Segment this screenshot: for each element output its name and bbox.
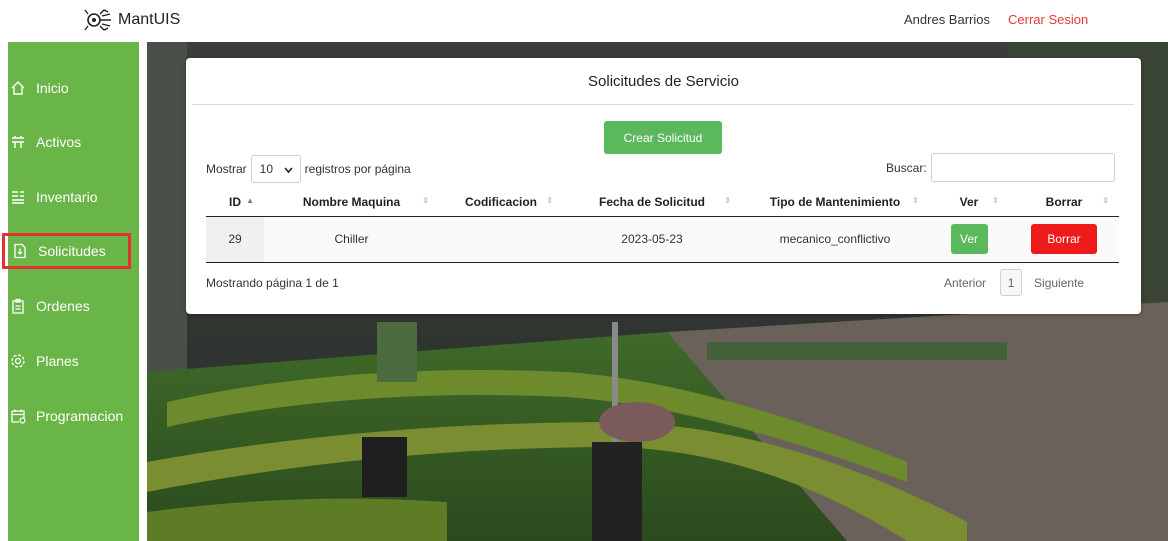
sort-icon: ⇕	[1102, 196, 1109, 205]
search-input[interactable]	[930, 153, 1115, 182]
cell-nombre: Chiller	[264, 216, 439, 263]
prev-page-button[interactable]: Anterior	[944, 276, 986, 290]
gear-icon	[11, 354, 25, 368]
sort-icon: ⇕	[992, 196, 999, 205]
view-button[interactable]: Ver	[950, 224, 988, 254]
user-name: Andres Barrios	[904, 12, 990, 27]
table-row: 29 Chiller 2023-05-23 mecanico_conflicti…	[206, 216, 1119, 263]
sort-icon: ⇕	[546, 196, 553, 205]
sidebar-item-label: Ordenes	[36, 298, 90, 314]
table-info: Mostrando página 1 de 1	[206, 276, 339, 290]
delete-button[interactable]: Borrar	[1031, 224, 1097, 254]
sort-asc-icon: ▲	[246, 196, 254, 205]
sidebar-item-label: Programacion	[36, 408, 124, 424]
sidebar-item-programacion[interactable]: Programacion	[8, 398, 139, 434]
home-icon	[11, 81, 25, 95]
sidebar-item-inicio[interactable]: Inicio	[8, 70, 139, 106]
requests-table: ID ▲ Nombre Maquina ⇕ Codificacion ⇕ Fec…	[206, 188, 1119, 263]
app-name: MantUIS	[118, 11, 181, 28]
col-header-tipo[interactable]: Tipo de Mantenimiento ⇕	[741, 188, 929, 217]
length-suffix: registros por página	[304, 162, 411, 176]
assets-icon	[12, 136, 24, 148]
cell-fecha: 2023-05-23	[563, 216, 741, 263]
page-length-control: Mostrar 10 registros por página	[206, 155, 411, 183]
sidebar: Inicio Activos Inventario Solicitudes Or…	[2, 42, 139, 541]
sidebar-item-label: Inventario	[36, 189, 98, 205]
cell-ver: Ver	[929, 216, 1009, 263]
length-prefix: Mostrar	[206, 162, 247, 176]
sidebar-item-label: Activos	[36, 134, 82, 150]
logout-link[interactable]: Cerrar Sesion	[1008, 12, 1088, 27]
sidebar-item-label: Inicio	[36, 80, 69, 96]
col-header-fecha[interactable]: Fecha de Solicitud ⇕	[563, 188, 741, 217]
col-header-ver[interactable]: Ver ⇕	[929, 188, 1009, 217]
clipboard-icon	[12, 298, 24, 314]
cell-borrar: Borrar	[1009, 216, 1119, 263]
sidebar-item-activos[interactable]: Activos	[8, 124, 139, 160]
robot-spider-logo	[84, 9, 111, 31]
cell-id: 29	[206, 216, 264, 263]
cell-codificacion	[439, 216, 563, 263]
requests-card: Solicitudes de Servicio Crear Solicitud …	[186, 58, 1141, 314]
create-request-button[interactable]: Crear Solicitud	[604, 121, 722, 154]
document-icon	[14, 243, 26, 259]
sidebar-item-label: Solicitudes	[38, 243, 106, 259]
next-page-button[interactable]: Siguiente	[1034, 276, 1084, 290]
cell-tipo: mecanico_conflictivo	[741, 216, 929, 263]
chevron-down-icon	[284, 167, 293, 174]
col-header-borrar[interactable]: Borrar ⇕	[1009, 188, 1119, 217]
col-header-id[interactable]: ID ▲	[206, 188, 264, 217]
page-length-select[interactable]: 10	[250, 155, 301, 183]
sidebar-item-inventario[interactable]: Inventario	[8, 179, 139, 215]
divider	[192, 104, 1134, 105]
calendar-icon	[11, 409, 26, 424]
inventory-icon	[12, 191, 24, 204]
table-header-row: ID ▲ Nombre Maquina ⇕ Codificacion ⇕ Fec…	[206, 188, 1119, 217]
brand[interactable]: MantUIS	[84, 8, 180, 32]
sidebar-item-planes[interactable]: Planes	[8, 343, 139, 379]
sort-icon: ⇕	[422, 196, 429, 205]
sidebar-item-ordenes[interactable]: Ordenes	[8, 288, 139, 324]
search-label: Buscar:	[886, 160, 927, 175]
top-bar: MantUIS Andres Barrios Cerrar Sesion	[0, 0, 1168, 42]
sidebar-item-label: Planes	[36, 353, 79, 369]
card-title: Solicitudes de Servicio	[588, 73, 739, 90]
page-number-button[interactable]: 1	[1000, 269, 1023, 296]
sort-icon: ⇕	[724, 196, 731, 205]
pagination: Anterior 1 Siguiente	[944, 269, 1084, 296]
sort-icon: ⇕	[912, 196, 919, 205]
col-header-codificacion[interactable]: Codificacion ⇕	[439, 188, 563, 217]
sidebar-item-solicitudes[interactable]: Solicitudes	[2, 233, 131, 269]
page-length-value: 10	[259, 162, 274, 176]
search-control: Buscar:	[886, 153, 1115, 182]
col-header-nombre-maquina[interactable]: Nombre Maquina ⇕	[264, 188, 439, 217]
